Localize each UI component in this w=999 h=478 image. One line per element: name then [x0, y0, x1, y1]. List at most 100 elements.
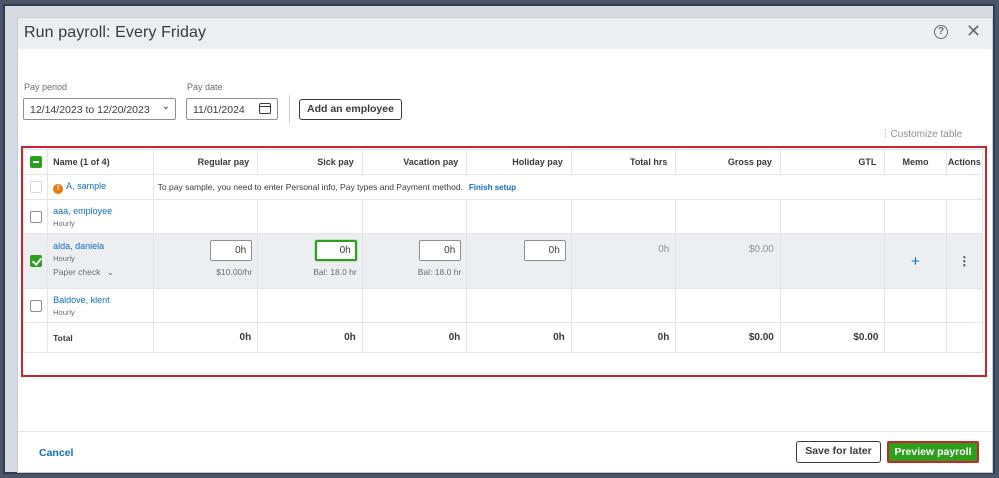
setup-message: To pay sample, you need to enter Persona… [157, 182, 463, 192]
header-gtl: GTL [779, 149, 886, 175]
header-regular-pay: Regular pay [152, 149, 259, 175]
customize-table-button[interactable]: ⫶ Customize table [884, 129, 962, 140]
gross-pay-cell [675, 199, 781, 234]
table-row: aaa, employee Hourly [22, 199, 984, 234]
regular-pay-rate: $10.00/hr [216, 267, 253, 277]
add-employee-button[interactable]: Add an employee [299, 99, 402, 120]
add-memo-cell: + [884, 233, 947, 289]
header-sick-pay: Sick pay [257, 149, 363, 175]
gtl-cell [779, 199, 886, 234]
employee-name-link[interactable]: Baldove, klent [53, 295, 153, 305]
holiday-pay-input[interactable]: 0h [523, 240, 566, 261]
title-bar: Run payroll: Every Friday ? ✕ [18, 18, 992, 49]
run-payroll-dialog: Run payroll: Every Friday ? ✕ Pay period… [17, 17, 993, 473]
window-frame: Run payroll: Every Friday ? ✕ Pay period… [3, 4, 995, 474]
total-memo-cell [884, 322, 947, 353]
close-icon[interactable]: ✕ [966, 21, 981, 41]
plus-icon[interactable]: + [911, 253, 920, 270]
row-checkbox [29, 181, 42, 193]
row-checkbox-cell [22, 233, 49, 289]
gtl-cell [779, 233, 886, 289]
total-row: Total 0h 0h 0h 0h 0h $0.00 $0.00 [22, 322, 984, 353]
total-gtl: $0.00 [779, 322, 886, 353]
save-for-later-button[interactable]: Save for later [796, 441, 881, 463]
header-name: Name (1 of 4) [47, 149, 154, 175]
table-row-selected: alda, daniela Hourly Paper check ⌄ 0h $1… [22, 233, 984, 289]
header-actions: Actions [945, 149, 984, 175]
employee-name-cell: alda, daniela Hourly Paper check ⌄ [47, 233, 154, 289]
chevron-down-icon: ⌄ [106, 267, 114, 277]
customize-table-label: Customize table [890, 129, 963, 140]
table-row: ! A, sample To pay sample, you need to en… [22, 174, 984, 200]
total-actions-cell [945, 322, 984, 353]
total-empty-cell [22, 322, 49, 353]
help-icon[interactable]: ? [934, 25, 948, 39]
regular-pay-input[interactable]: 0h [210, 240, 253, 261]
payment-method-select[interactable]: Paper check ⌄ [53, 267, 153, 278]
gross-pay-cell [675, 288, 781, 323]
sliders-icon: ⫶ [884, 129, 887, 140]
sick-pay-cell: 0h Bal: 18.0 hr [257, 233, 363, 289]
total-sick: 0h [257, 322, 363, 353]
cancel-button[interactable]: Cancel [39, 447, 73, 459]
row-checkbox-cell [22, 288, 49, 323]
vacation-pay-input[interactable]: 0h [419, 240, 462, 261]
total-label: Total [47, 322, 154, 353]
total-hrs-cell [570, 288, 677, 323]
total-holiday: 0h [466, 322, 572, 353]
dialog-title: Run payroll: Every Friday [24, 24, 207, 41]
chevron-down-icon: ⌄ [161, 101, 170, 112]
pay-period-select[interactable]: 12/14/2023 to 12/20/2023 ⌄ [23, 98, 176, 120]
employee-name-link[interactable]: aaa, employee [53, 206, 153, 216]
employee-name-cell: ! A, sample [47, 174, 154, 200]
memo-cell [884, 288, 947, 323]
actions-cell [945, 199, 984, 234]
gross-pay-cell: $0.00 [675, 233, 781, 289]
row-checkbox-cell [22, 174, 49, 200]
finish-setup-link[interactable]: Finish setup [469, 183, 516, 192]
table-header-row: Name (1 of 4) Regular pay Sick pay Vacat… [22, 149, 984, 175]
employee-pay-type: Hourly [53, 218, 75, 228]
calendar-icon[interactable] [259, 103, 271, 114]
employee-name-cell: Baldove, klent Hourly [47, 288, 154, 323]
payment-method-value: Paper check [53, 267, 101, 277]
select-all-cell [22, 149, 49, 175]
employee-pay-type: Hourly [53, 254, 75, 263]
employee-pay-type: Hourly [53, 307, 75, 317]
sick-pay-input[interactable]: 0h [314, 240, 357, 261]
header-holiday-pay: Holiday pay [466, 149, 572, 175]
regular-pay-cell [152, 199, 259, 234]
gross-pay-value: $0.00 [748, 244, 774, 255]
pay-date-input[interactable]: 11/01/2024 [186, 98, 278, 120]
row-checkbox[interactable] [29, 299, 42, 312]
holiday-pay-cell: 0h [466, 233, 572, 289]
header-total-hrs: Total hrs [570, 149, 677, 175]
sick-pay-cell [257, 199, 363, 234]
gtl-cell [779, 288, 886, 323]
employee-name-link[interactable]: A, sample [66, 181, 106, 191]
regular-pay-cell: 0h $10.00/hr [152, 233, 259, 289]
preview-payroll-button[interactable]: Preview payroll [887, 441, 979, 463]
vacation-pay-cell [361, 288, 468, 323]
employee-name-link[interactable]: alda, daniela [53, 241, 153, 251]
header-gross-pay: Gross pay [675, 149, 781, 175]
header-memo: Memo [884, 149, 947, 175]
pay-period-value: 12/14/2023 to 12/20/2023 [30, 104, 150, 116]
pay-date-label: Pay date [187, 82, 223, 92]
actions-cell: ⋮ [945, 233, 984, 289]
toolbar-divider [289, 95, 290, 123]
select-all-checkbox[interactable] [29, 156, 42, 168]
table-row: Baldove, klent Hourly [22, 288, 984, 323]
footer-divider [18, 431, 992, 432]
more-vertical-icon[interactable]: ⋮ [958, 254, 970, 268]
regular-pay-cell [152, 288, 259, 323]
holiday-pay-cell [466, 199, 572, 234]
vacation-balance: Bal: 18.0 hr [417, 267, 462, 277]
total-hrs-cell [570, 199, 677, 234]
row-checkbox[interactable] [29, 255, 42, 267]
employee-name-cell: aaa, employee Hourly [47, 199, 154, 234]
setup-message-cell: To pay sample, you need to enter Persona… [152, 174, 984, 200]
total-vacation: 0h [361, 322, 468, 353]
payroll-table: Name (1 of 4) Regular pay Sick pay Vacat… [22, 149, 984, 353]
row-checkbox[interactable] [29, 210, 42, 223]
